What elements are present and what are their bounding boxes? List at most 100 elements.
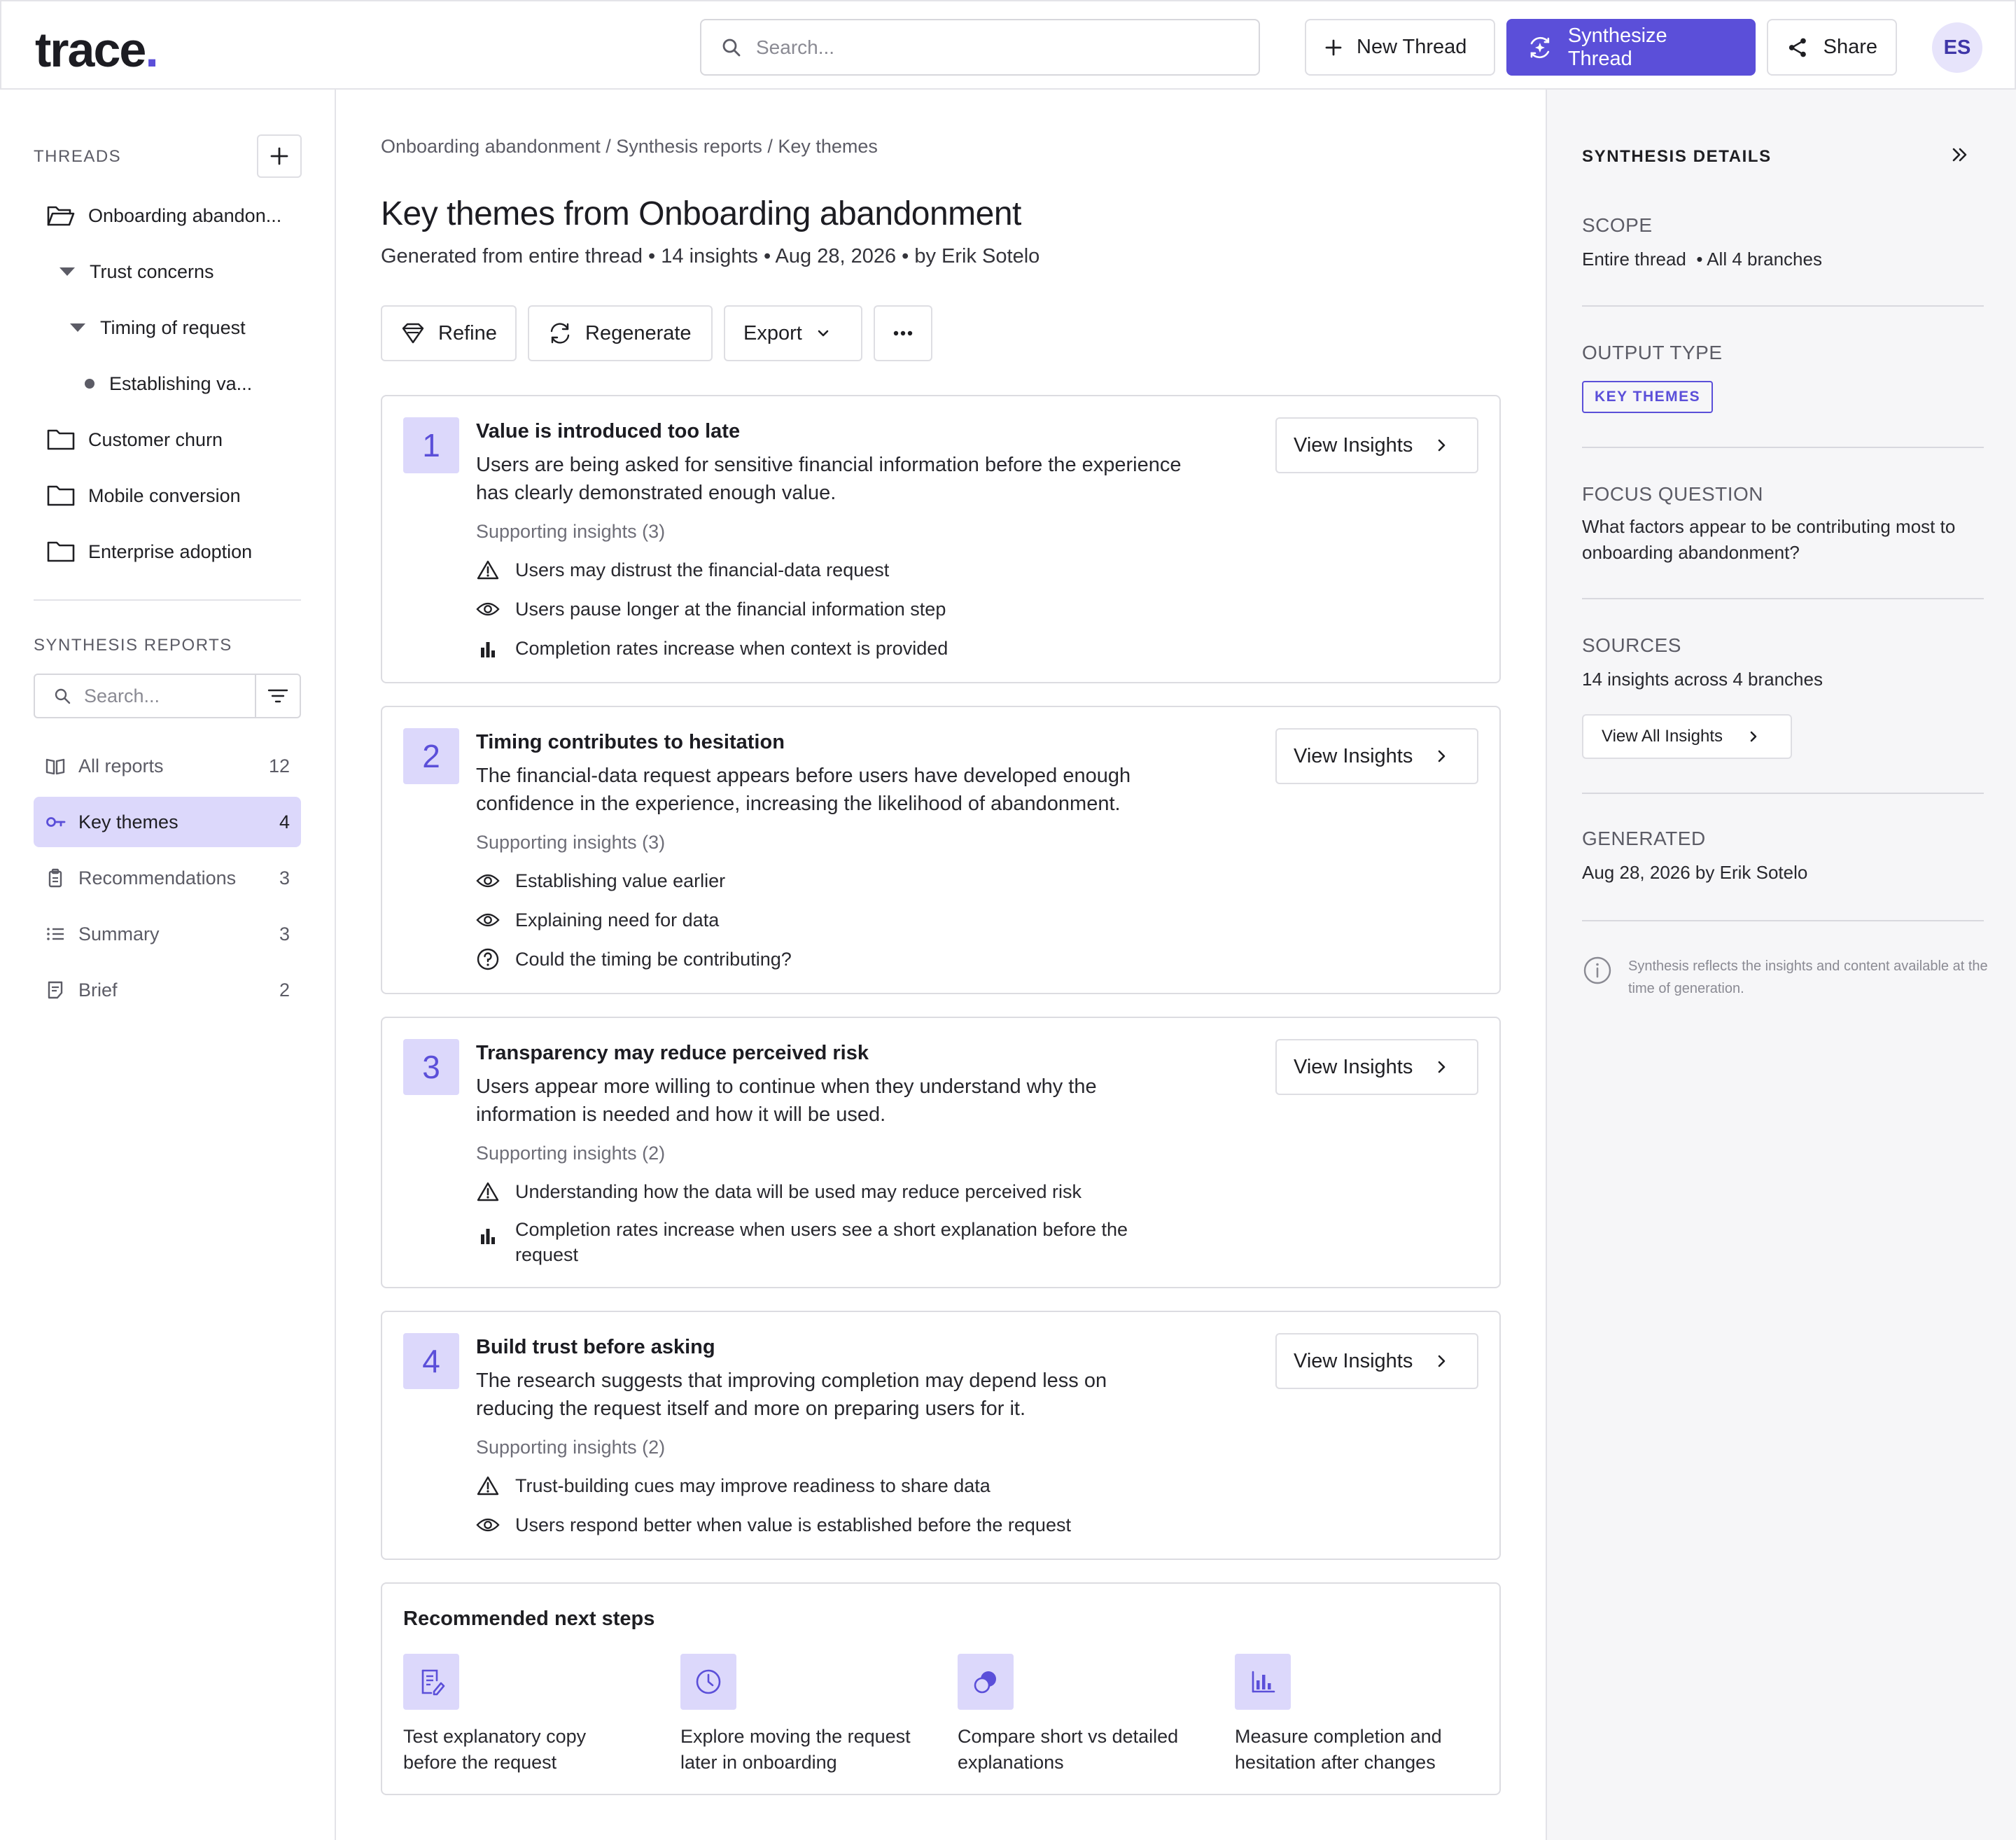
supporting-insights-label: Supporting insights (2) [476,1437,666,1458]
bullet-icon [85,379,94,389]
synthesis-details-panel: SYNTHESIS DETAILS SCOPE Entire thread • … [1546,90,2016,1840]
view-insights-button[interactable]: View Insights [1275,728,1478,784]
threads-section-label: THREADS [34,147,122,166]
add-thread-button[interactable] [257,134,302,178]
focus-question-value: What factors appear to be contributing m… [1582,516,1956,563]
chevron-right-icon [1750,731,1757,742]
supporting-insights-label: Supporting insights (2) [476,1143,666,1164]
new-thread-button[interactable]: New Thread [1305,19,1495,76]
theme-number: 3 [403,1039,459,1095]
details-divider [1582,305,1984,307]
reports-section-label: SYNTHESIS REPORTS [34,636,232,655]
refine-button[interactable]: Refine [381,305,517,361]
theme-number: 2 [403,728,459,784]
next-step-item[interactable]: Measure completion and hesitation after … [1235,1654,1473,1776]
caret-down-icon [59,267,75,276]
bar-chart-icon [1252,1671,1275,1693]
supporting-insight[interactable]: Users respond better when value is estab… [476,1512,1176,1538]
view-all-insights-button[interactable]: View All Insights [1582,714,1792,759]
next-step-item[interactable]: Explore moving the request later in onbo… [680,1654,918,1776]
output-type-badge: KEY THEMES [1582,381,1714,413]
view-insights-button[interactable]: View Insights [1275,1333,1478,1389]
supporting-insight[interactable]: Completion rates increase when context i… [476,636,1176,661]
generated-value: Aug 28, 2026 by Erik Sotelo [1582,862,1808,883]
report-item-key-themes[interactable]: Key themes 4 [34,797,301,847]
synthesize-thread-button[interactable]: Synthesize Thread [1506,19,1756,76]
global-search-input[interactable]: Search... [700,19,1260,76]
chevrons-right-icon [1952,148,1967,162]
thread-item-timing[interactable]: Timing of request [68,314,246,342]
thread-item-establishing[interactable]: Establishing va... [78,370,252,398]
share-button[interactable]: Share [1767,19,1897,76]
theme-description: Users appear more willing to continue wh… [476,1075,1097,1126]
next-step-item[interactable]: Compare short vs detailed explanations [958,1654,1196,1776]
reports-search: Search... [34,674,301,718]
thread-item-enterprise-adoption[interactable]: Enterprise adoption [46,538,252,566]
supporting-insight[interactable]: Explaining need for data [476,907,1176,933]
focus-question-label: FOCUS QUESTION [1582,483,1764,505]
more-horizontal-icon [893,330,913,336]
bar-chart-icon [481,642,495,657]
supporting-insight[interactable]: Completion rates increase when users see… [476,1217,1148,1267]
report-item-all[interactable]: All reports 12 [34,741,301,791]
more-options-button[interactable] [874,305,932,361]
user-avatar[interactable]: ES [1932,22,1982,73]
theme-description: Users are being asked for sensitive fina… [476,454,1182,504]
view-insights-button[interactable]: View Insights [1275,417,1478,473]
thread-item-trust-concerns[interactable]: Trust concerns [57,258,214,286]
theme-card: 3 Transparency may reduce perceived risk… [381,1017,1501,1288]
supporting-insight[interactable]: Understanding how the data will be used … [476,1179,1176,1204]
breadcrumb[interactable]: Onboarding abandonment / Synthesis repor… [381,136,878,158]
report-item-brief[interactable]: Brief 2 [34,965,301,1015]
supporting-insight[interactable]: Could the timing be contributing? [476,947,1176,972]
regenerate-button[interactable]: Regenerate [528,305,713,361]
export-dropdown[interactable]: Export [724,305,862,361]
question-icon [477,948,499,970]
supporting-insight[interactable]: Establishing value earlier [476,868,1176,893]
reports-search-input[interactable]: Search... [35,675,256,717]
bar-chart-icon [481,1229,495,1244]
caret-down-icon [70,323,85,332]
filter-icon [267,689,288,703]
top-bar: trace. Search... New Thread Synthesize T… [0,0,2016,90]
thread-item-onboarding[interactable]: Onboarding abandon... [46,202,281,230]
regenerate-icon [550,323,570,344]
edit-document-icon [421,1669,445,1696]
filter-button[interactable] [256,687,300,705]
sidebar-divider [34,599,301,601]
supporting-insights-label: Supporting insights (3) [476,832,666,853]
output-type-label: OUTPUT TYPE [1582,342,1723,363]
theme-card: 1 Value is introduced too late Users are… [381,395,1501,683]
next-steps-card: Recommended next steps Test explanatory … [381,1582,1501,1795]
thread-item-mobile-conversion[interactable]: Mobile conversion [46,482,241,510]
details-divider [1582,793,1984,794]
report-item-summary[interactable]: Summary 3 [34,909,301,959]
theme-title: Value is introduced too late [476,420,741,442]
theme-number: 4 [403,1333,459,1389]
theme-number: 1 [403,417,459,473]
clipboard-icon [48,868,62,888]
plus-icon [1325,39,1342,55]
report-meta: Generated from entire thread • 14 insigh… [381,245,1040,267]
supporting-insight[interactable]: Users pause longer at the financial info… [476,597,1176,622]
details-divider [1582,920,1984,921]
supporting-insight[interactable]: Trust-building cues may improve readines… [476,1473,1176,1498]
details-heading: SYNTHESIS DETAILS [1582,147,1772,166]
supporting-insights-label: Supporting insights (3) [476,521,666,542]
document-icon [48,981,63,999]
clock-icon [696,1669,721,1694]
collapse-panel-button[interactable] [1949,144,1970,165]
next-step-item[interactable]: Test explanatory copy before the request [403,1654,641,1776]
report-item-recommendations[interactable]: Recommendations 3 [34,853,301,903]
generation-note: Synthesis reflects the insights and cont… [1582,955,1995,1000]
logo[interactable]: trace. [35,18,159,81]
share-icon [1788,38,1806,57]
view-insights-button[interactable]: View Insights [1275,1039,1478,1095]
supporting-insight[interactable]: Users may distrust the financial-data re… [476,557,1176,583]
warning-icon [477,560,499,580]
search-icon [722,39,741,56]
warning-icon [477,1476,499,1496]
thread-item-customer-churn[interactable]: Customer churn [46,426,223,454]
details-divider [1582,598,1984,599]
chevron-right-icon [1438,439,1446,452]
